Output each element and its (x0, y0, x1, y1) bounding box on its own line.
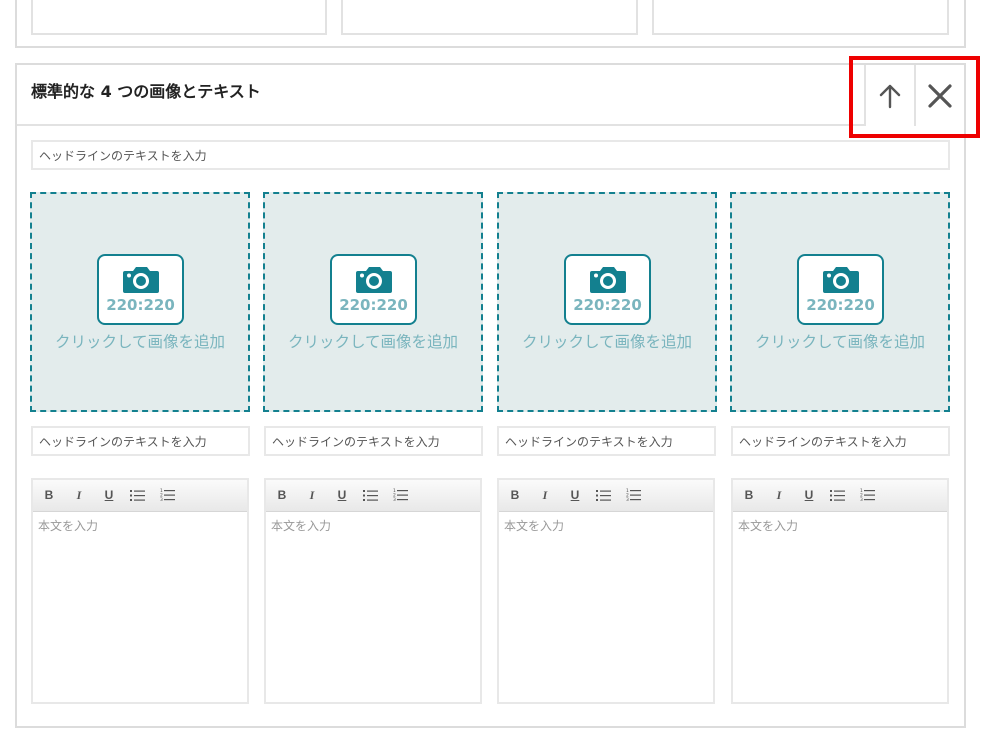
image-ratio-badge: 220:220 (97, 254, 184, 325)
image-upload-slot[interactable]: 220:220 クリックして画像を追加 (730, 192, 950, 412)
body-text-placeholder: 本文を入力 (738, 519, 799, 533)
numbered-list-icon[interactable]: 1 2 3 (393, 488, 409, 502)
underline-button[interactable]: U (567, 487, 583, 503)
editor-toolbar: B I U 1 2 3 (733, 480, 947, 512)
svg-text:3: 3 (160, 497, 163, 502)
svg-text:3: 3 (860, 497, 863, 502)
underline-button[interactable]: U (334, 487, 350, 503)
image-ratio-badge: 220:220 (797, 254, 884, 325)
bullet-list-icon[interactable] (130, 489, 146, 502)
close-icon (928, 83, 952, 108)
add-image-label: クリックして画像を追加 (521, 333, 693, 351)
body-text-placeholder: 本文を入力 (38, 519, 99, 533)
editor-toolbar: B I U 1 2 3 (266, 480, 480, 512)
camera-icon (123, 267, 159, 293)
svg-text:3: 3 (626, 497, 629, 502)
italic-button[interactable]: I (304, 487, 320, 503)
column-headline-input[interactable]: ヘッドラインのテキストを入力 (31, 426, 250, 456)
body-text-editor[interactable]: B I U 1 2 3 本文を入力 (264, 478, 482, 704)
column-headline-input[interactable]: ヘッドラインのテキストを入力 (264, 426, 483, 456)
image-upload-slot[interactable]: 220:220 クリックして画像を追加 (263, 192, 483, 412)
bold-button[interactable]: B (41, 487, 57, 503)
bullet-list-icon[interactable] (363, 489, 379, 502)
numbered-list-icon[interactable]: 1 2 3 (626, 488, 642, 502)
camera-icon (590, 267, 626, 293)
body-text-placeholder: 本文を入力 (504, 519, 565, 533)
remove-module-button[interactable] (914, 65, 964, 126)
body-text-editor[interactable]: B I U 1 2 3 本文を入力 (497, 478, 715, 704)
module-title: 標準的な 4 つの画像とテキスト (31, 82, 261, 101)
arrow-up-icon (879, 84, 901, 108)
editor-toolbar: B I U 1 2 3 (33, 480, 247, 512)
bold-button[interactable]: B (507, 487, 523, 503)
numbered-list-icon[interactable]: 1 2 3 (860, 488, 876, 502)
italic-button[interactable]: I (71, 487, 87, 503)
camera-icon (356, 267, 392, 293)
previous-module-cell[interactable] (652, 0, 949, 35)
camera-icon (823, 267, 859, 293)
image-ratio-label: 220:220 (573, 296, 642, 314)
column-headline-input[interactable]: ヘッドラインのテキストを入力 (497, 426, 716, 456)
italic-button[interactable]: I (771, 487, 787, 503)
body-text-placeholder: 本文を入力 (271, 519, 332, 533)
image-upload-slot[interactable]: 220:220 クリックして画像を追加 (497, 192, 717, 412)
bold-button[interactable]: B (741, 487, 757, 503)
image-ratio-badge: 220:220 (330, 254, 417, 325)
add-image-label: クリックして画像を追加 (287, 333, 459, 351)
bullet-list-icon[interactable] (830, 489, 846, 502)
underline-button[interactable]: U (801, 487, 817, 503)
column-headline-input[interactable]: ヘッドラインのテキストを入力 (731, 426, 950, 456)
image-ratio-label: 220:220 (339, 296, 408, 314)
image-ratio-label: 220:220 (806, 296, 875, 314)
add-image-label: クリックして画像を追加 (754, 333, 926, 351)
image-ratio-label: 220:220 (106, 296, 175, 314)
module-headline-placeholder: ヘッドラインのテキストを入力 (39, 148, 207, 163)
italic-button[interactable]: I (537, 487, 553, 503)
move-up-button[interactable] (864, 65, 914, 126)
editor-toolbar: B I U 1 2 3 (499, 480, 713, 512)
previous-module-cell[interactable] (31, 0, 327, 35)
column-headline-placeholder: ヘッドラインのテキストを入力 (39, 434, 207, 449)
module-headline-input[interactable]: ヘッドラインのテキストを入力 (31, 140, 950, 170)
column-headline-placeholder: ヘッドラインのテキストを入力 (272, 434, 440, 449)
underline-button[interactable]: U (101, 487, 117, 503)
body-text-editor[interactable]: B I U 1 2 3 本文を入力 (31, 478, 249, 704)
bullet-list-icon[interactable] (596, 489, 612, 502)
body-text-editor[interactable]: B I U 1 2 3 本文を入力 (731, 478, 949, 704)
image-upload-slot[interactable]: 220:220 クリックして画像を追加 (30, 192, 250, 412)
numbered-list-icon[interactable]: 1 2 3 (160, 488, 176, 502)
add-image-label: クリックして画像を追加 (54, 333, 226, 351)
column-headline-placeholder: ヘッドラインのテキストを入力 (505, 434, 673, 449)
previous-module-cell[interactable] (341, 0, 638, 35)
image-ratio-badge: 220:220 (564, 254, 651, 325)
column-headline-placeholder: ヘッドラインのテキストを入力 (739, 434, 907, 449)
svg-text:3: 3 (393, 497, 396, 502)
bold-button[interactable]: B (274, 487, 290, 503)
